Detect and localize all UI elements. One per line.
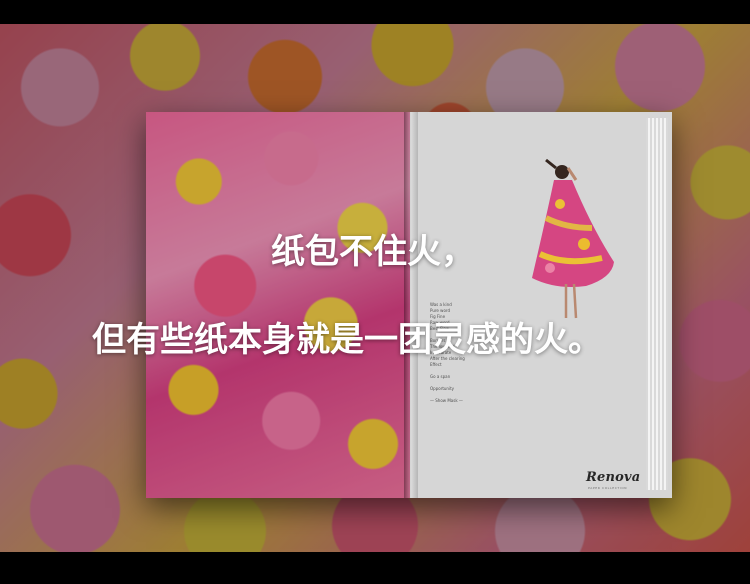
left-page-shade	[146, 112, 410, 498]
caption-line-1: 纸包不住火，	[271, 232, 475, 272]
magazine-right-page: Was a kind Pure word Fig Fine Raw word Best …	[410, 112, 672, 498]
flower-paper-photo: Was a kind Pure word Fig Fine Raw word Best …	[0, 24, 750, 552]
open-magazine: Was a kind Pure word Fig Fine Raw word Best …	[146, 112, 672, 498]
caption-line-2: 但有些纸本身就是一团灵感的火。	[92, 320, 602, 360]
magazine-spine	[404, 112, 418, 498]
image-frame: Was a kind Pure word Fig Fine Raw word Best …	[0, 0, 750, 584]
magazine-page-edges	[646, 118, 668, 490]
right-page-shade	[410, 112, 672, 498]
magazine-left-page	[146, 112, 410, 498]
